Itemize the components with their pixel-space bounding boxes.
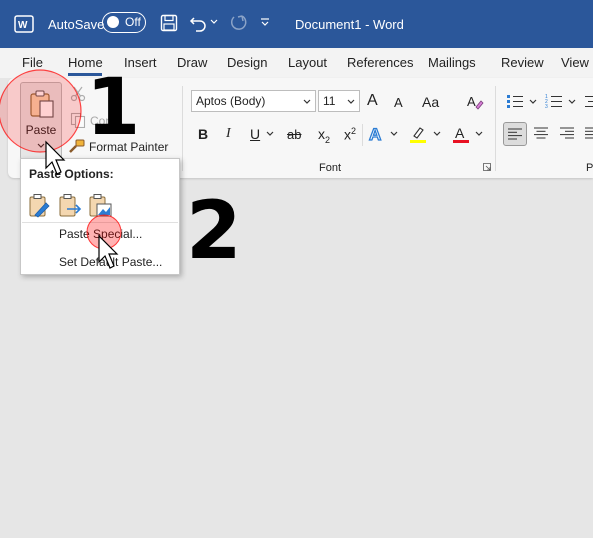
autosave-toggle[interactable]: Off: [102, 12, 146, 33]
font-name-box[interactable]: Aptos (Body): [191, 90, 316, 112]
chevron-down-icon[interactable]: [266, 131, 274, 137]
svg-text:W: W: [18, 20, 28, 31]
paste-special-item[interactable]: Paste Special...: [59, 227, 142, 241]
tab-file[interactable]: File: [22, 55, 43, 70]
save-icon[interactable]: [160, 14, 178, 32]
title-bar: W AutoSave Off Document1 - Word: [0, 0, 593, 48]
chevron-down-icon[interactable]: [568, 99, 576, 105]
font-group-label: Font: [319, 162, 342, 174]
chevron-down-icon[interactable]: [303, 99, 311, 105]
document-title: Document1 - Word: [295, 17, 404, 32]
underline-button[interactable]: U: [250, 126, 260, 142]
multilevel-list-icon[interactable]: [585, 93, 593, 109]
tab-insert[interactable]: Insert: [124, 55, 157, 70]
step-2-marker: 2: [186, 184, 242, 277]
word-logo-icon: W: [14, 15, 34, 33]
font-name-value: Aptos (Body): [196, 94, 266, 108]
cut-icon[interactable]: [70, 86, 86, 102]
bullets-icon[interactable]: [506, 93, 524, 109]
justify-icon[interactable]: [585, 127, 593, 139]
set-default-paste-item[interactable]: Set Default Paste...: [59, 255, 162, 269]
chevron-down-icon[interactable]: [475, 131, 483, 137]
paste-label: Paste: [25, 123, 57, 137]
align-left-icon: [508, 128, 522, 140]
tab-view[interactable]: View: [561, 55, 589, 70]
subscript-glyph: x: [318, 126, 325, 142]
format-painter-label[interactable]: Format Painter: [89, 140, 168, 154]
redo-icon[interactable]: [228, 13, 248, 33]
picture-icon[interactable]: [87, 193, 113, 219]
superscript-mark: 2: [351, 126, 357, 136]
tab-home[interactable]: Home: [68, 55, 103, 70]
font-size-value: 11: [323, 94, 336, 108]
strikethrough-button[interactable]: ab: [287, 127, 301, 142]
bold-button[interactable]: B: [198, 126, 208, 142]
grow-font-icon[interactable]: A: [367, 92, 378, 110]
tab-mailings[interactable]: Mailings: [428, 55, 476, 70]
chevron-down-icon[interactable]: [347, 99, 355, 105]
change-case-icon[interactable]: Aa: [422, 94, 439, 110]
align-right-icon[interactable]: [560, 127, 574, 139]
autosave-label: AutoSave: [48, 17, 105, 32]
highlighter-icon[interactable]: [408, 124, 428, 144]
chevron-down-icon[interactable]: [390, 131, 398, 137]
tab-review[interactable]: Review: [501, 55, 544, 70]
superscript-button[interactable]: x2: [344, 126, 356, 143]
subscript-button[interactable]: x2: [318, 126, 330, 145]
paste-button[interactable]: Paste: [20, 82, 62, 160]
tab-references[interactable]: References: [347, 55, 413, 70]
clipboard-icon: [30, 90, 54, 118]
copy-label: Copy: [90, 114, 119, 128]
paragraph-group-label: P: [586, 162, 593, 174]
chevron-down-icon[interactable]: [210, 19, 218, 25]
shrink-font-icon[interactable]: A: [394, 95, 403, 110]
align-left-button[interactable]: [503, 122, 527, 146]
copy-icon[interactable]: [70, 112, 86, 128]
svg-text:A: A: [369, 125, 381, 144]
font-size-box[interactable]: 11: [318, 90, 360, 112]
active-tab-indicator: [68, 73, 102, 76]
customize-qat-icon[interactable]: [260, 17, 270, 27]
align-center-icon[interactable]: [534, 127, 548, 139]
keep-source-formatting-icon[interactable]: [27, 193, 53, 219]
divider: [362, 124, 363, 146]
italic-button[interactable]: I: [226, 126, 231, 142]
subscript-mark: 2: [325, 134, 331, 145]
text-effects-icon[interactable]: A: [368, 124, 386, 144]
paste-options-menu: Paste Options: Paste Special... Set Defa…: [20, 158, 180, 275]
clear-formatting-icon[interactable]: A: [466, 93, 484, 111]
format-painter-icon[interactable]: [68, 138, 86, 154]
menu-divider: [22, 222, 178, 223]
merge-formatting-icon[interactable]: [57, 193, 83, 219]
paste-options-header: Paste Options:: [29, 167, 114, 181]
superscript-glyph: x: [344, 126, 351, 143]
chevron-down-icon[interactable]: [529, 99, 537, 105]
tab-design[interactable]: Design: [227, 55, 267, 70]
chevron-down-icon[interactable]: [433, 131, 441, 137]
svg-text:A: A: [455, 125, 465, 141]
font-color-icon[interactable]: A: [451, 124, 471, 144]
group-divider: [182, 86, 183, 171]
group-divider: [495, 86, 496, 171]
autosave-state: Off: [125, 15, 141, 29]
svg-text:3: 3: [545, 104, 548, 109]
numbering-icon[interactable]: 1 2 3: [545, 93, 563, 109]
svg-text:A: A: [467, 94, 476, 109]
dialog-launcher-icon[interactable]: [483, 163, 491, 171]
undo-icon[interactable]: [188, 13, 208, 33]
chevron-down-icon[interactable]: [37, 143, 45, 149]
toggle-knob: [107, 16, 119, 28]
tab-layout[interactable]: Layout: [288, 55, 327, 70]
tab-draw[interactable]: Draw: [177, 55, 207, 70]
